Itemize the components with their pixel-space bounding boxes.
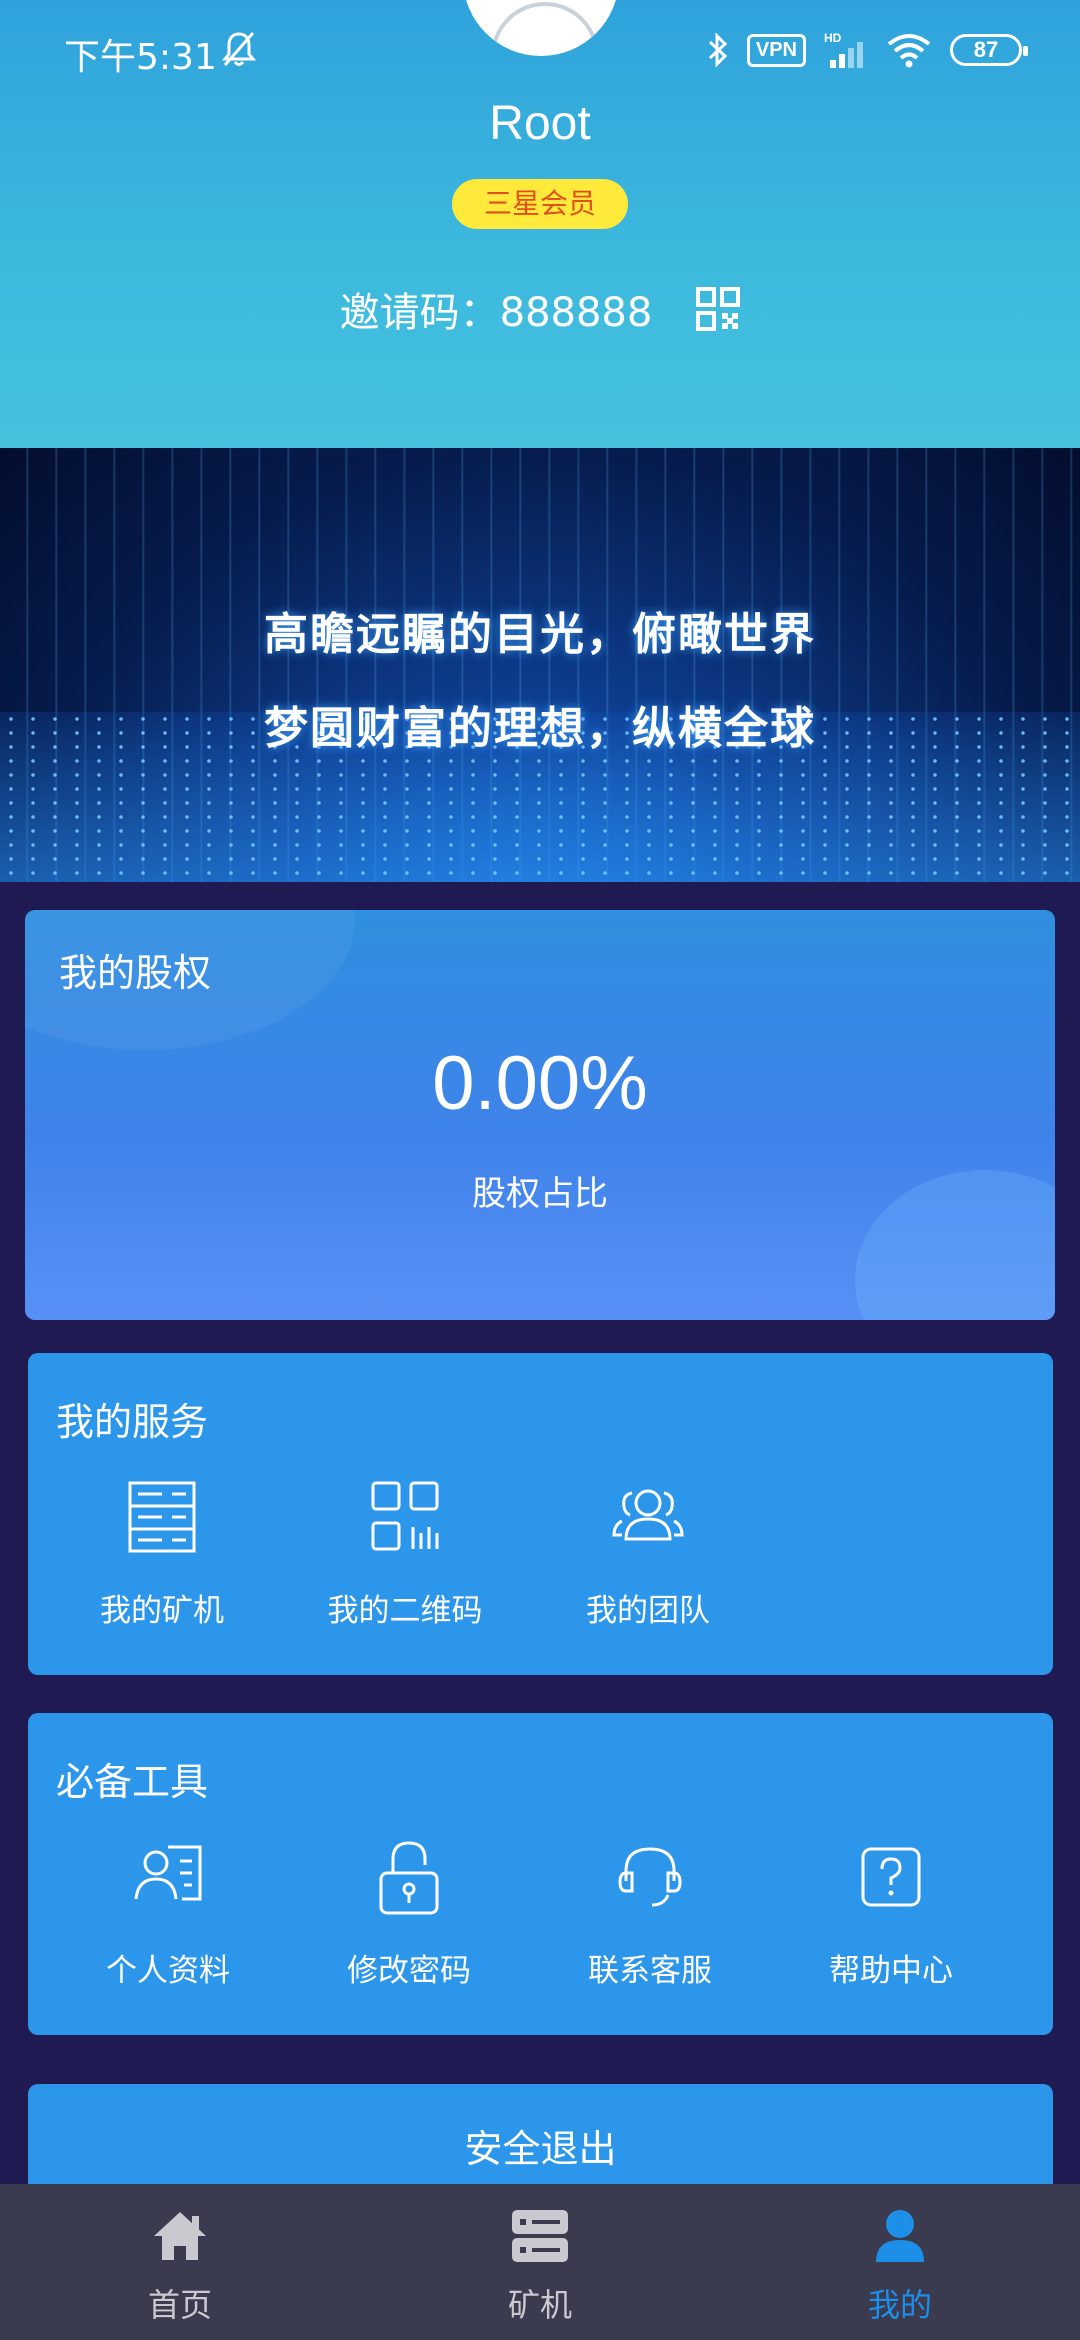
help-icon bbox=[861, 1847, 921, 1907]
battery-icon: 87 bbox=[950, 34, 1028, 66]
server-icon bbox=[512, 2210, 568, 2262]
nav-item-miners[interactable]: 矿机 bbox=[360, 2184, 720, 2340]
headset-icon bbox=[618, 1847, 682, 1907]
service-my-team[interactable]: 我的团队 bbox=[548, 1477, 748, 1630]
banner-slogan-line2: 梦圆财富的理想，纵横全球 bbox=[264, 703, 816, 754]
user-icon bbox=[876, 2210, 924, 2262]
tool-help-center[interactable]: 帮助中心 bbox=[791, 1837, 991, 1990]
status-icons: VPN HD 87 bbox=[707, 26, 1028, 74]
services-card: 我的服务 我的矿机 我的二维码 我的团队 bbox=[28, 1353, 1053, 1675]
service-label: 我的二维码 bbox=[327, 1593, 483, 1629]
tool-profile[interactable]: 个人资料 bbox=[68, 1837, 268, 1990]
tool-contact-support[interactable]: 联系客服 bbox=[550, 1837, 750, 1990]
tool-change-password[interactable]: 修改密码 bbox=[309, 1837, 509, 1990]
nav-label-miners: 矿机 bbox=[507, 2286, 572, 2324]
equity-value: 0.00% bbox=[432, 1041, 648, 1126]
service-my-miners[interactable]: 我的矿机 bbox=[62, 1477, 262, 1630]
qrcode-icon bbox=[371, 1481, 439, 1551]
wifi-icon bbox=[887, 34, 931, 68]
services-title: 我的服务 bbox=[56, 1400, 209, 1444]
nav-item-home[interactable]: 首页 bbox=[0, 2184, 360, 2340]
team-icon bbox=[612, 1489, 684, 1541]
profile-page: 下午5:31 VPN HD 87 Root 三星会员 邀请码：888888 高瞻… bbox=[0, 0, 1080, 2340]
member-level-badge: 三星会员 bbox=[452, 179, 628, 229]
bluetooth-icon bbox=[708, 32, 728, 68]
battery-level: 87 bbox=[973, 37, 999, 62]
tool-label: 帮助中心 bbox=[829, 1953, 953, 1989]
banner-slogan-line1: 高瞻远瞩的目光，俯瞰世界 bbox=[264, 609, 816, 660]
tool-label: 个人资料 bbox=[106, 1953, 230, 1989]
qrcode-icon[interactable] bbox=[696, 287, 741, 331]
promo-banner[interactable]: 高瞻远瞩的目光，俯瞰世界 梦圆财富的理想，纵横全球 bbox=[0, 448, 1080, 882]
status-bar: 下午5:31 VPN HD 87 bbox=[0, 0, 1080, 100]
svg-text:HD: HD bbox=[824, 31, 842, 45]
profile-card-icon bbox=[134, 1845, 202, 1901]
equity-title: 我的股权 bbox=[59, 951, 212, 995]
profile-header: 下午5:31 VPN HD 87 Root 三星会员 邀请码：888888 bbox=[0, 0, 1080, 448]
tool-label: 修改密码 bbox=[347, 1953, 471, 1989]
tool-label: 联系客服 bbox=[588, 1953, 712, 1989]
equity-label: 股权占比 bbox=[472, 1174, 608, 1214]
bottom-nav: 首页 矿机 我的 bbox=[0, 2184, 1080, 2340]
home-icon bbox=[154, 2212, 206, 2260]
service-my-qrcode[interactable]: 我的二维码 bbox=[305, 1477, 505, 1630]
server-icon bbox=[128, 1481, 196, 1553]
tools-title: 必备工具 bbox=[56, 1760, 209, 1804]
service-label: 我的团队 bbox=[586, 1593, 710, 1629]
status-time: 下午5:31 bbox=[64, 37, 217, 78]
nav-label-home: 首页 bbox=[147, 2286, 212, 2324]
vpn-icon: VPN bbox=[746, 33, 806, 67]
invite-code: 邀请码：888888 bbox=[339, 290, 653, 336]
service-label: 我的矿机 bbox=[100, 1593, 224, 1629]
signal-icon: HD bbox=[824, 31, 863, 68]
username: Root bbox=[489, 97, 591, 150]
nav-label-mine: 我的 bbox=[867, 2286, 932, 2324]
invite-code-row: 邀请码：888888 bbox=[0, 280, 1080, 338]
equity-card: 我的股权 0.00% 股权占比 bbox=[25, 910, 1055, 1320]
bell-muted-icon bbox=[222, 32, 256, 66]
tools-card: 必备工具 个人资料 修改密码 联系客服 帮助中心 bbox=[28, 1713, 1053, 2035]
lock-icon bbox=[379, 1841, 439, 1915]
nav-item-mine[interactable]: 我的 bbox=[720, 2184, 1080, 2340]
